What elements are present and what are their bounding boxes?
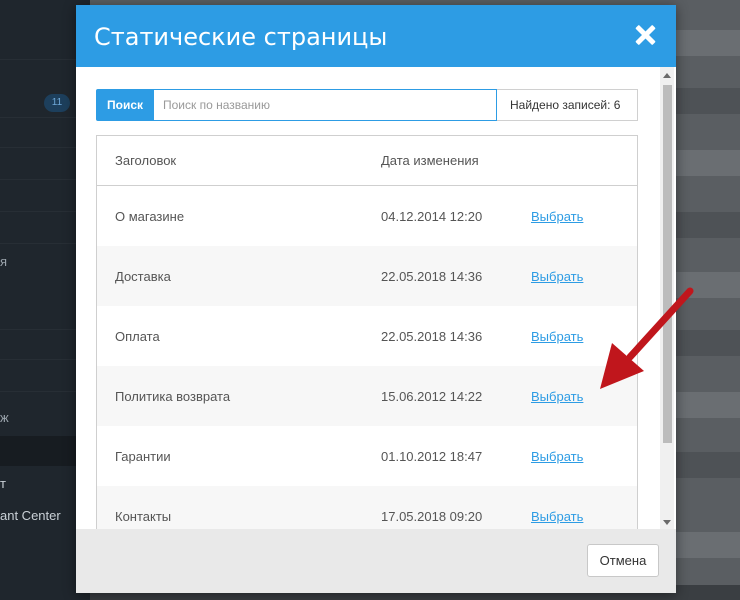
- search-input[interactable]: [154, 89, 497, 121]
- row-title: Политика возврата: [115, 388, 231, 404]
- table-header: Заголовок Дата изменения: [97, 136, 637, 186]
- select-link[interactable]: Выбрать: [531, 329, 583, 344]
- row-date: 15.06.2012 14:22: [381, 388, 483, 404]
- table-row: Оплата 22.05.2018 14:36 Выбрать: [97, 306, 637, 366]
- select-link[interactable]: Выбрать: [531, 269, 583, 284]
- table-row: Политика возврата 15.06.2012 14:22 Выбра…: [97, 366, 637, 426]
- table-body: О магазине 04.12.2014 12:20 Выбрать Дост…: [97, 186, 637, 529]
- background-sidebar-text: я: [0, 254, 8, 269]
- row-title: Контакты: [115, 508, 172, 524]
- select-link[interactable]: Выбрать: [531, 509, 583, 524]
- pages-table: Заголовок Дата изменения О магазине 04.1…: [96, 135, 638, 529]
- row-title: Гарантии: [115, 448, 171, 464]
- table-row: Контакты 17.05.2018 09:20 Выбрать: [97, 486, 637, 529]
- dialog-title: Статические страницы: [94, 23, 388, 51]
- search-button[interactable]: Поиск: [96, 89, 154, 121]
- row-date: 17.05.2018 09:20: [381, 508, 483, 524]
- table-row: О магазине 04.12.2014 12:20 Выбрать: [97, 186, 637, 246]
- background-sidebar-text: ant Center: [0, 508, 61, 523]
- row-date: 22.05.2018 14:36: [381, 268, 483, 284]
- select-link[interactable]: Выбрать: [531, 389, 583, 404]
- row-date: 01.10.2012 18:47: [381, 448, 483, 464]
- row-title: Доставка: [115, 268, 171, 284]
- column-header-date: Дата изменения: [381, 153, 479, 168]
- row-title: О магазине: [115, 208, 185, 224]
- annotation-arrow-icon: [600, 287, 694, 389]
- close-icon[interactable]: [634, 24, 656, 46]
- static-pages-dialog: Статические страницы Поиск Найдено запис…: [76, 5, 676, 593]
- scroll-up-arrow-icon[interactable]: [663, 73, 671, 78]
- select-link[interactable]: Выбрать: [531, 449, 583, 464]
- search-bar: Поиск Найдено записей: 6: [96, 89, 638, 121]
- row-title: Оплата: [115, 328, 160, 344]
- row-date: 04.12.2014 12:20: [381, 208, 483, 224]
- cancel-button[interactable]: Отмена: [587, 544, 659, 577]
- scroll-down-arrow-icon[interactable]: [663, 520, 671, 525]
- dialog-body: Поиск Найдено записей: 6 Заголовок Дата …: [76, 67, 676, 529]
- dialog-header: Статические страницы: [76, 5, 676, 67]
- column-header-title: Заголовок: [115, 153, 177, 168]
- select-link[interactable]: Выбрать: [531, 209, 583, 224]
- records-found-count: Найдено записей: 6: [497, 89, 638, 121]
- dialog-footer: Отмена: [76, 529, 676, 593]
- table-row: Доставка 22.05.2018 14:36 Выбрать: [97, 246, 637, 306]
- row-date: 22.05.2018 14:36: [381, 328, 483, 344]
- table-row: Гарантии 01.10.2012 18:47 Выбрать: [97, 426, 637, 486]
- background-sidebar-text: т: [0, 476, 6, 491]
- background-badge: 11: [44, 94, 70, 112]
- background-sidebar-text: ж: [0, 410, 9, 425]
